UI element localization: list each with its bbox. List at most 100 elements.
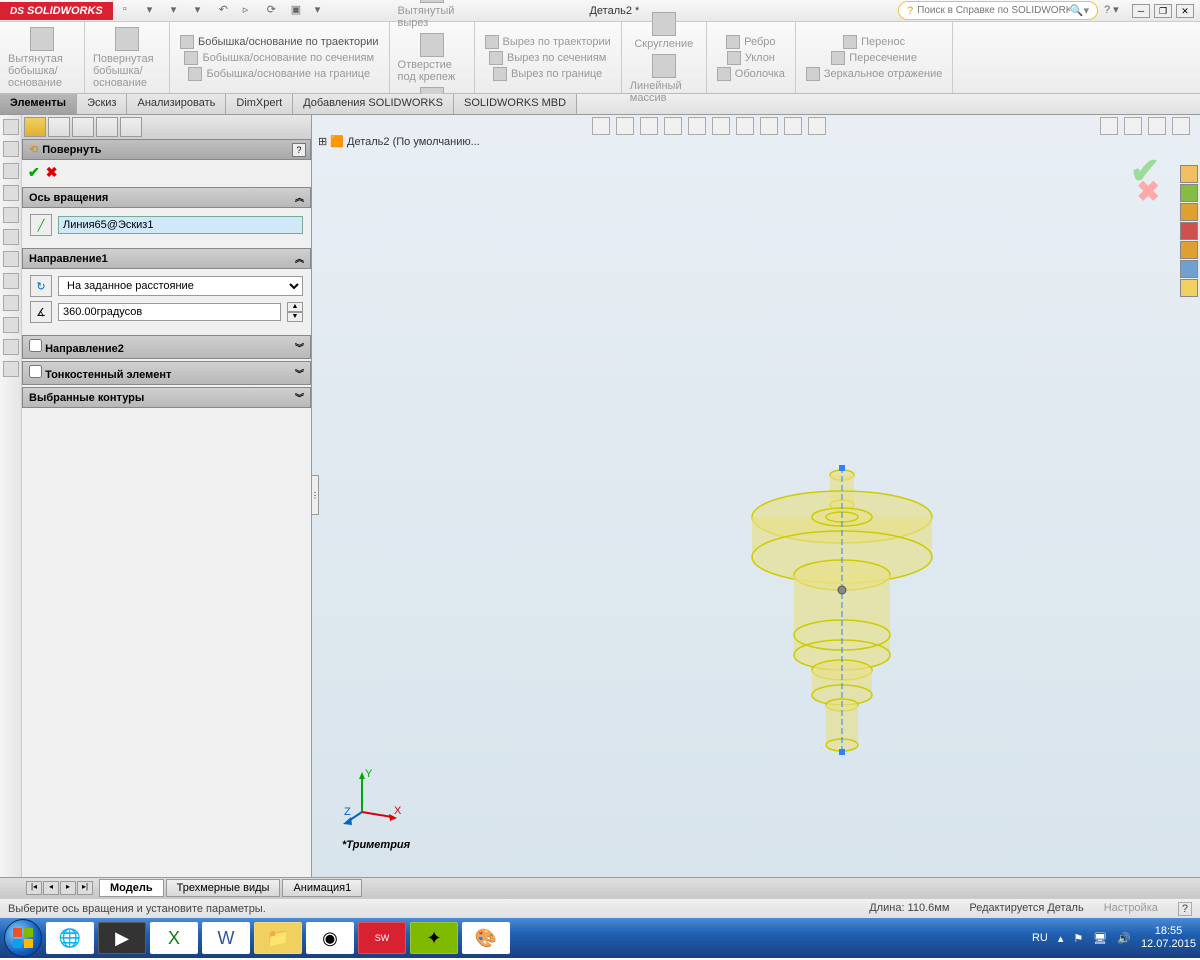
extruded-cut-button[interactable]: Вытянутый вырез [396,0,468,31]
taskbar-media[interactable]: ▶ [98,922,146,954]
appearance-icon[interactable] [760,117,778,135]
extruded-boss-button[interactable]: Вытянутая бобышка/основание [6,25,78,91]
more-icon[interactable]: ▾ [315,3,331,19]
section-view-icon[interactable] [664,117,682,135]
tab-dimxpert[interactable]: DimXpert [226,94,293,114]
revolved-boss-button[interactable]: Повернутая бобышка/основание [91,25,163,91]
rebuild-icon[interactable]: ⟳ [267,3,283,19]
tab-mbd[interactable]: SOLIDWORKS MBD [454,94,577,114]
status-help-icon[interactable]: ? [1178,902,1192,916]
lofted-cut-button[interactable]: Вырез по сечениям [485,50,610,66]
taskpane-appearance[interactable] [1180,241,1198,259]
prev-view-icon[interactable] [640,117,658,135]
tray-volume-icon[interactable]: 🔊 [1117,932,1131,945]
search-go-icon[interactable]: 🔍▾ [1070,4,1089,17]
tray-chevron-icon[interactable]: ▴ [1058,932,1064,945]
pm-tab-2[interactable] [48,117,70,137]
taskbar-app-green[interactable]: ✦ [410,922,458,954]
spin-down[interactable]: ▼ [287,312,303,322]
tray-network-icon[interactable]: 🖥 [1093,932,1107,945]
swept-cut-button[interactable]: Вырез по траектории [481,34,615,50]
tab-evaluate[interactable]: Анализировать [127,94,226,114]
taskpane-forum[interactable] [1180,279,1198,297]
hole-wizard-button[interactable]: Отверстие под крепеж [396,31,468,85]
mirror-button[interactable]: Зеркальное отражение [802,66,947,82]
ok-button[interactable]: ✔ [28,164,40,181]
close-button[interactable]: ✕ [1176,4,1194,18]
contours-section-header[interactable]: Выбранные контуры︾ [22,387,311,408]
taskbar-ie[interactable]: 🌐 [46,922,94,954]
fm-tab-2[interactable] [3,141,19,157]
angle-input[interactable] [58,303,281,321]
fm-tab-10[interactable] [3,317,19,333]
fm-tab-7[interactable] [3,251,19,267]
taskpane-design[interactable] [1180,203,1198,221]
tab-nav-first[interactable]: |◂ [26,881,42,895]
thin-checkbox[interactable] [29,365,42,378]
minimize-button[interactable]: ─ [1132,4,1150,18]
axis-input[interactable] [58,216,303,234]
start-button[interactable] [4,919,42,957]
rib-button[interactable]: Ребро [722,34,779,50]
zoom-fit-icon[interactable] [592,117,610,135]
lofted-boss-button[interactable]: Бобышка/основание по сечениям [180,50,378,66]
fillet-button[interactable]: Скругление [628,10,700,52]
search-input[interactable] [917,5,1070,16]
open-icon[interactable]: ▾ [147,3,163,19]
tab-model[interactable]: Модель [99,879,164,897]
fm-tab-12[interactable] [3,361,19,377]
confirm-cancel-icon[interactable]: ✖ [1137,175,1160,208]
taskbar-paint[interactable]: 🎨 [462,922,510,954]
tray-flag-icon[interactable]: ⚑ [1073,932,1083,945]
fm-tab-1[interactable] [3,119,19,135]
intersect-button[interactable]: Пересечение [827,50,921,66]
zoom-area-icon[interactable] [616,117,634,135]
taskbar-explorer[interactable]: 📁 [254,922,302,954]
spin-up[interactable]: ▲ [287,302,303,312]
help-search[interactable]: ? 🔍▾ [898,1,1098,20]
hide-show-icon[interactable] [736,117,754,135]
tab-nav-last[interactable]: ▸| [77,881,93,895]
restore-button[interactable]: ❐ [1154,4,1172,18]
dir1-section-header[interactable]: Направление1︽ [22,248,311,269]
pm-help-button[interactable]: ? [292,143,306,157]
save-icon[interactable]: ▾ [171,3,187,19]
tray-clock[interactable]: 18:5512.07.2015 [1141,925,1196,951]
pm-tab-5[interactable] [120,117,142,137]
view-orient-icon[interactable] [688,117,706,135]
new-icon[interactable]: ▫ [123,3,139,19]
taskbar-chrome[interactable]: ◉ [306,922,354,954]
scene-icon[interactable] [784,117,802,135]
pm-tab-1[interactable] [24,117,46,137]
tab-3dviews[interactable]: Трехмерные виды [166,879,281,897]
tab-addins[interactable]: Добавления SOLIDWORKS [293,94,454,114]
end-condition-select[interactable]: На заданное расстояние [58,276,303,296]
undo-icon[interactable]: ↶ [219,3,235,19]
tab-elements[interactable]: Элементы [0,94,77,114]
display-style-icon[interactable] [712,117,730,135]
pm-tab-3[interactable] [72,117,94,137]
taskbar-word[interactable]: W [202,922,250,954]
reverse-direction-icon[interactable]: ↻ [30,275,52,297]
fm-tab-8[interactable] [3,273,19,289]
graphics-viewport[interactable]: ⋮ ⊞ 🟧 Деталь2 (По умолчанию... ✔ ✖ [312,115,1200,877]
boundary-cut-button[interactable]: Вырез по границе [489,66,606,82]
tab-animation[interactable]: Анимация1 [282,879,362,897]
help-dropdown[interactable]: ? ▾ [1104,3,1120,19]
linear-pattern-button[interactable]: Линейный массив [628,52,700,106]
draft-button[interactable]: Уклон [723,50,779,66]
tray-lang[interactable]: RU [1032,932,1048,944]
doc-restore-icon[interactable] [1124,117,1142,135]
doc-max-icon[interactable] [1148,117,1166,135]
fm-tab-9[interactable] [3,295,19,311]
print-icon[interactable]: ▾ [195,3,211,19]
swept-boss-button[interactable]: Бобышка/основание по траектории [176,34,383,50]
cancel-button[interactable]: ✖ [46,164,58,181]
view-settings-icon[interactable] [808,117,826,135]
taskbar-excel[interactable]: X [150,922,198,954]
fm-tab-5[interactable] [3,207,19,223]
dir2-section-header[interactable]: Направление2︾ [22,335,311,359]
select-icon[interactable]: ▹ [243,3,259,19]
fm-tab-3[interactable] [3,163,19,179]
taskpane-resources[interactable] [1180,184,1198,202]
